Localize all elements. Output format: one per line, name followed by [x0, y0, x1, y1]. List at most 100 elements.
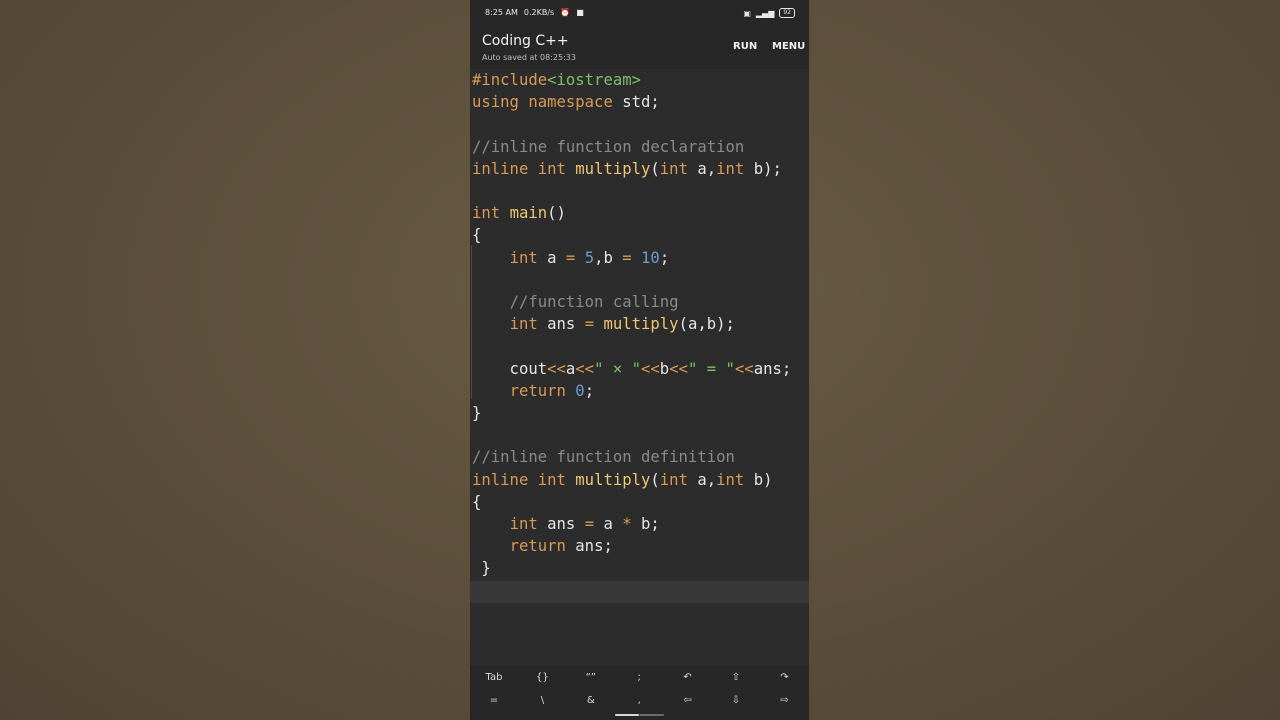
menu-button[interactable]: MENU: [772, 41, 805, 52]
code-line[interactable]: {: [472, 491, 481, 513]
code-token-plain: (: [650, 470, 660, 489]
comma-key[interactable]: ,: [615, 690, 663, 712]
run-button[interactable]: RUN: [733, 41, 757, 52]
autosave-status: Auto saved at 08:25:33: [482, 53, 576, 62]
code-token-operator: <<: [575, 359, 595, 378]
code-token-operator: <<: [669, 359, 688, 378]
code-token-plain: {: [472, 492, 482, 511]
arrow-left-icon[interactable]: ⇦: [664, 690, 712, 712]
code-token-operator: <<: [641, 359, 660, 378]
code-line[interactable]: int main(): [472, 202, 566, 224]
code-line[interactable]: int a = 5,b = 10;: [472, 247, 670, 269]
code-token-operator: =: [565, 248, 576, 267]
code-token-keyword: int: [509, 515, 538, 533]
code-line[interactable]: return ans;: [472, 535, 613, 557]
code-line[interactable]: {: [472, 224, 481, 246]
sim-icon: ▣: [743, 8, 751, 18]
code-line[interactable]: inline int multiply(int a,int b): [472, 469, 772, 491]
app-bar: Coding C++ Auto saved at 08:25:33 RUN ME…: [470, 26, 809, 69]
arrow-down-icon[interactable]: ⇩: [712, 690, 760, 712]
current-line-highlight: [470, 581, 809, 603]
redo-icon[interactable]: ↷: [760, 667, 808, 689]
ampersand-key[interactable]: &: [567, 690, 615, 712]
extra-keys-bar: Tab{} “”; ↶ ⇧ ↷ = \ &, ⇦ ⇩ ⇨: [470, 666, 809, 720]
code-token-plain: ,b: [594, 248, 623, 267]
code-line[interactable]: }: [472, 402, 481, 424]
status-time: 8:25 AM: [485, 8, 518, 17]
code-token-plain: a,: [687, 159, 717, 178]
code-line[interactable]: inline int multiply(int a,int b);: [472, 158, 782, 180]
backslash-key[interactable]: \: [518, 690, 566, 712]
code-line[interactable]: //inline function definition: [472, 446, 735, 468]
code-token-plain: a: [565, 359, 576, 378]
code-token-comment: //inline function definition: [472, 448, 735, 467]
status-bar: 8:25 AM 0.2KB/s ⏰ ■ ▣ ▂▄▆ 92: [470, 0, 809, 26]
code-token-comment: //inline function declaration: [472, 137, 745, 156]
undo-icon[interactable]: ↶: [664, 667, 712, 689]
code-token-plain: (a,b);: [678, 315, 735, 334]
code-token-header: <iostream>: [547, 71, 641, 89]
code-token-plain: a: [594, 515, 623, 533]
code-token-keyword: int: [716, 159, 745, 178]
code-token-plain: }: [472, 404, 482, 422]
code-token-number: 10: [641, 248, 660, 267]
code-line[interactable]: int ans = a * b;: [472, 513, 660, 535]
code-token-func: multiply: [575, 159, 651, 178]
code-token-plain: ans: [537, 315, 585, 334]
code-token-operator: <<: [547, 359, 566, 378]
code-token-plain: std;: [612, 93, 660, 112]
code-token-operator: =: [622, 248, 632, 267]
braces-key[interactable]: {}: [518, 667, 566, 689]
code-token-keyword: int: [537, 159, 566, 178]
code-token-plain: ans: [537, 515, 585, 533]
quotes-key[interactable]: “”: [567, 667, 615, 689]
code-token-string: " = ": [687, 359, 735, 378]
phone-screen: 8:25 AM 0.2KB/s ⏰ ■ ▣ ▂▄▆ 92 Coding C++ …: [470, 0, 809, 720]
code-token-plain: {: [472, 226, 482, 245]
code-editor[interactable]: #include<iostream> using namespace std; //…: [470, 69, 809, 666]
code-token-keyword: int: [509, 315, 538, 334]
signal-icon: ▂▄▆: [755, 8, 775, 18]
alarm-icon: ⏰: [560, 8, 571, 17]
home-indicator-track: [639, 714, 664, 716]
code-line[interactable]: //inline function declaration: [472, 136, 744, 158]
code-token-keyword: int: [509, 248, 538, 267]
code-token-plain: b: [659, 359, 670, 378]
code-token-comment: //function calling: [509, 293, 679, 311]
code-token-keyword: return: [509, 381, 566, 400]
code-token-keyword: int: [472, 204, 501, 223]
code-token-plain: b): [744, 470, 773, 489]
code-line[interactable]: }: [472, 557, 491, 579]
code-token-plain: cout: [472, 359, 548, 378]
code-token-keyword: int: [537, 470, 566, 489]
code-line[interactable]: cout<<a<<" × "<<b<<" = "<<ans;: [472, 358, 792, 380]
arrow-up-icon[interactable]: ⇧: [712, 667, 760, 689]
equals-key[interactable]: =: [470, 690, 518, 712]
code-token-plain: b;: [631, 515, 660, 533]
battery-indicator: 92: [779, 8, 795, 18]
arrow-right-icon[interactable]: ⇨: [760, 690, 808, 712]
code-token-func: main: [509, 204, 548, 223]
code-token-plain: }: [472, 559, 491, 578]
code-token-keyword: namespace: [528, 93, 613, 112]
code-line[interactable]: #include<iostream>: [472, 69, 641, 91]
code-line[interactable]: //function calling: [472, 291, 679, 313]
code-line[interactable]: int ans = multiply(a,b);: [472, 313, 735, 335]
code-line[interactable]: using namespace std;: [472, 91, 660, 113]
semicolon-key[interactable]: ;: [615, 667, 663, 689]
code-token-keyword: int: [659, 159, 688, 178]
code-line[interactable]: return 0;: [472, 380, 595, 402]
code-token-plain: a: [537, 248, 566, 267]
code-token-operator: =: [584, 515, 595, 533]
tab-key[interactable]: Tab: [470, 667, 518, 689]
